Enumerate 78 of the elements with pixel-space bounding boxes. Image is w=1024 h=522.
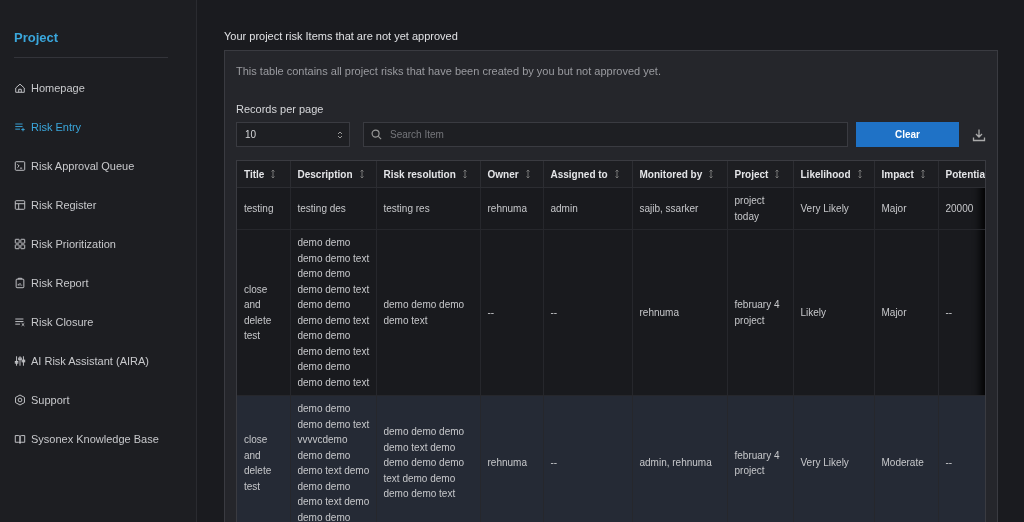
table-cell: admin, rehnuma xyxy=(632,395,727,522)
column-header[interactable]: Monitored by xyxy=(632,161,727,188)
column-header[interactable]: Description xyxy=(290,161,376,188)
grid-icon xyxy=(14,237,26,250)
sort-icon xyxy=(919,169,926,179)
sidebar-item[interactable]: Risk Report xyxy=(14,263,89,302)
sidebar-item[interactable]: Risk Closure xyxy=(14,302,94,341)
chevron-icon xyxy=(337,129,343,140)
table-cell: -- xyxy=(480,229,543,396)
table-cell: -- xyxy=(938,395,985,522)
column-header[interactable]: Project xyxy=(727,161,793,188)
sidebar-item[interactable]: Risk Register xyxy=(14,185,97,224)
table-cell: close and delete test xyxy=(237,229,290,396)
download-icon[interactable] xyxy=(972,127,986,142)
sidebar-item[interactable]: AI Risk Assistant (AIRA) xyxy=(14,341,149,380)
sidebar-title: Project xyxy=(14,30,168,58)
table-cell: project today xyxy=(727,187,793,230)
column-header[interactable]: Owner xyxy=(480,161,543,188)
table-cell: admin xyxy=(543,187,632,230)
table-cell: rehnuma xyxy=(632,229,727,396)
column-header[interactable]: Impact xyxy=(874,161,938,188)
table-cell: rehnuma xyxy=(480,395,543,522)
sort-icon xyxy=(856,169,863,179)
home-icon xyxy=(14,81,26,94)
sidebar-item[interactable]: Homepage xyxy=(14,68,85,107)
table-cell: february 4 project xyxy=(727,395,793,522)
search-field[interactable]: Search Item xyxy=(363,122,848,147)
table-cell: Moderate xyxy=(874,395,938,522)
hexagon-icon xyxy=(14,393,26,406)
table-cell: demo demo demo demo text xyxy=(376,229,480,396)
table-cell: demo demo demo demo text demo demo demo demo text demo demo demo demo text xyxy=(376,395,480,522)
sort-icon xyxy=(524,169,531,179)
table-cell: -- xyxy=(543,395,632,522)
clear-button[interactable]: Clear xyxy=(856,122,959,147)
sidebar-item[interactable]: Risk Prioritization xyxy=(14,224,116,263)
table-cell: Major xyxy=(874,187,938,230)
column-header[interactable]: Title xyxy=(237,161,290,188)
records-per-page-label: Records per page xyxy=(236,103,324,115)
clipboard-icon xyxy=(14,276,26,289)
sort-icon xyxy=(774,169,781,179)
table-cell: testing des xyxy=(290,187,376,230)
list-x-icon xyxy=(14,315,26,328)
table-icon xyxy=(14,198,26,211)
sidebar-item[interactable]: Risk Entry xyxy=(14,107,82,146)
page-title: Your project risk Items that are not yet approved xyxy=(224,30,459,42)
table-cell: february 4 project xyxy=(727,229,793,396)
sort-icon xyxy=(461,169,468,179)
table-cell: testing res xyxy=(376,187,480,230)
column-header[interactable]: Likelihood xyxy=(793,161,874,188)
terminal-icon xyxy=(14,159,26,172)
list-plus-icon xyxy=(14,120,26,133)
table-cell: Very Likely xyxy=(793,187,874,230)
table-cell: -- xyxy=(543,229,632,396)
sort-icon xyxy=(358,169,365,179)
sidebar-item[interactable]: Support xyxy=(14,380,70,419)
panel-description: This table contains all project risks that have been created by you but not approved yet. xyxy=(236,65,662,77)
records-per-page-select[interactable]: 10 xyxy=(236,122,350,147)
table-cell: Very Likely xyxy=(793,395,874,522)
sidebar-item[interactable]: Sysonex Knowledge Base xyxy=(14,419,159,458)
table-cell: 20000 xyxy=(938,187,985,230)
table-cell: -- xyxy=(938,229,985,396)
column-header[interactable]: Potentia xyxy=(938,161,985,188)
sort-icon xyxy=(708,169,715,179)
table-cell: demo demo demo demo text vvvvcdemo demo demo demo text demo demo demo demo text demo demo demo xyxy=(290,395,376,522)
table-cell: Major xyxy=(874,229,938,396)
column-header[interactable]: Assigned to xyxy=(543,161,632,188)
table-cell: Likely xyxy=(793,229,874,396)
book-icon xyxy=(14,432,26,445)
column-header[interactable]: Risk resolution xyxy=(376,161,480,188)
table-cell: demo demo demo demo text demo demo demo demo text demo demo demo demo text demo demo demo demo text demo demo demo demo text xyxy=(290,229,376,396)
sidebar-item[interactable]: Risk Approval Queue xyxy=(14,146,135,185)
table-cell: testing xyxy=(237,187,290,230)
table-cell: sajib, ssarker xyxy=(632,187,727,230)
table-cell: close and delete test xyxy=(237,395,290,522)
sort-icon xyxy=(270,169,277,179)
sliders-icon xyxy=(14,354,26,367)
table-cell: rehnuma xyxy=(480,187,543,230)
sort-icon xyxy=(613,169,620,179)
